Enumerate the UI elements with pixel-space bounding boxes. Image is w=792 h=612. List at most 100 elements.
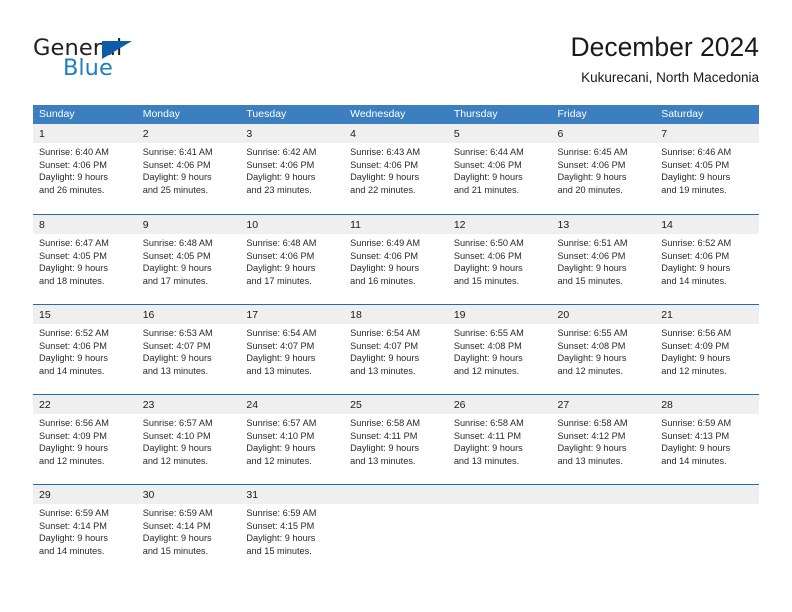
logo-text-blue: Blue <box>63 55 113 81</box>
daylight-text-line2: and 13 minutes. <box>350 365 416 376</box>
sunrise-text: Sunrise: 6:56 AM <box>39 418 109 428</box>
day-number-band: 8 <box>33 215 137 234</box>
calendar-day-cell[interactable]: 3 Sunrise: 6:42 AM Sunset: 4:06 PM Daylight… <box>240 124 345 214</box>
daylight-text-line1: Daylight: 9 hours <box>39 172 108 183</box>
sunset-text: Sunset: 4:09 PM <box>39 430 107 441</box>
daylight-text-line2: and 25 minutes. <box>142 184 209 195</box>
sunrise-text: Sunrise: 6:42 AM <box>246 147 317 157</box>
sunset-text: Sunset: 4:06 PM <box>453 250 522 261</box>
calendar-day-cell[interactable]: 1 Sunrise: 6:40 AM Sunset: 4:06 PM Daylight… <box>33 124 137 214</box>
sunset-text: Sunset: 4:06 PM <box>39 159 107 170</box>
sunrise-text: Sunrise: 6:56 AM <box>661 328 732 338</box>
sunset-text: Sunset: 4:07 PM <box>246 340 315 351</box>
sunrise-text: Sunrise: 6:57 AM <box>246 418 317 428</box>
day-number-band: 30 <box>136 485 241 504</box>
calendar-day-cell[interactable]: 25 Sunrise: 6:58 AM Sunset: 4:11 PM Dayligh… <box>344 395 448 484</box>
daylight-text-line2: and 21 minutes. <box>453 184 520 195</box>
calendar-weeks: 1 Sunrise: 6:40 AM Sunset: 4:06 PM Daylight… <box>33 124 759 574</box>
daylight-text-line2: and 15 minutes. <box>557 275 623 286</box>
day-number-band: 21 <box>655 305 759 324</box>
sunset-text: Sunset: 4:06 PM <box>557 159 626 170</box>
sunset-text: Sunset: 4:06 PM <box>350 159 419 170</box>
calendar-day-cell[interactable]: 7 Sunrise: 6:46 AM Sunset: 4:05 PM Daylight… <box>655 124 759 214</box>
day-number: 13 <box>557 219 570 231</box>
calendar-day-cell[interactable]: 26 Sunrise: 6:58 AM Sunset: 4:11 PM Dayligh… <box>447 395 552 484</box>
calendar-day-cell[interactable]: 16 Sunrise: 6:53 AM Sunset: 4:07 PM Dayligh… <box>136 305 241 394</box>
daylight-text-line1: Daylight: 9 hours <box>39 353 108 364</box>
calendar-day-cell[interactable]: 20 Sunrise: 6:55 AM Sunset: 4:08 PM Dayligh… <box>551 305 656 394</box>
day-number: 20 <box>557 309 570 321</box>
day-number-band: 23 <box>136 395 241 414</box>
calendar-day-cell[interactable]: 23 Sunrise: 6:57 AM Sunset: 4:10 PM Dayligh… <box>136 395 241 484</box>
calendar-day-cell[interactable]: 27 Sunrise: 6:58 AM Sunset: 4:12 PM Dayligh… <box>551 395 656 484</box>
daylight-text-line2: and 19 minutes. <box>661 184 727 195</box>
daylight-text-line1: Daylight: 9 hours <box>246 353 316 364</box>
day-number: 14 <box>661 219 673 231</box>
calendar-week-row: 22 Sunrise: 6:56 AM Sunset: 4:09 PM Dayligh… <box>33 394 759 484</box>
sunset-text: Sunset: 4:11 PM <box>453 430 522 441</box>
day-number: 12 <box>453 219 466 231</box>
day-details: Sunrise: 6:56 AM Sunset: 4:09 PM Daylight:… <box>655 324 759 377</box>
sunset-text: Sunset: 4:06 PM <box>350 250 419 261</box>
calendar-day-cell[interactable]: 2 Sunrise: 6:41 AM Sunset: 4:06 PM Daylight… <box>136 124 241 214</box>
sunset-text: Sunset: 4:06 PM <box>246 159 315 170</box>
sunset-text: Sunset: 4:14 PM <box>142 520 211 531</box>
calendar-day-cell[interactable]: 14 Sunrise: 6:52 AM Sunset: 4:06 PM Dayligh… <box>655 215 759 304</box>
general-blue-logo[interactable]: General Blue <box>33 35 233 85</box>
sunset-text: Sunset: 4:06 PM <box>661 250 730 261</box>
page-header: General Blue December 2024 Kukurecani, N… <box>0 0 792 100</box>
day-number-band: 13 <box>551 215 656 234</box>
sunset-text: Sunset: 4:08 PM <box>557 340 626 351</box>
calendar-day-cell[interactable]: 17 Sunrise: 6:54 AM Sunset: 4:07 PM Dayligh… <box>240 305 345 394</box>
day-number: 18 <box>350 309 362 321</box>
calendar-grid: Sunday Monday Tuesday Wednesday Thursday… <box>33 105 759 574</box>
daylight-text-line1: Daylight: 9 hours <box>142 443 212 454</box>
calendar-day-cell-empty <box>344 485 448 574</box>
calendar-day-cell[interactable]: 29 Sunrise: 6:59 AM Sunset: 4:14 PM Dayligh… <box>33 485 137 574</box>
daylight-text-line1: Daylight: 9 hours <box>453 353 523 364</box>
calendar-day-cell[interactable]: 5 Sunrise: 6:44 AM Sunset: 4:06 PM Daylight… <box>447 124 552 214</box>
daylight-text-line1: Daylight: 9 hours <box>557 172 627 183</box>
calendar-day-cell[interactable]: 11 Sunrise: 6:49 AM Sunset: 4:06 PM Dayligh… <box>344 215 448 304</box>
calendar-day-cell[interactable]: 4 Sunrise: 6:43 AM Sunset: 4:06 PM Daylight… <box>344 124 448 214</box>
daylight-text-line2: and 22 minutes. <box>350 184 416 195</box>
calendar-day-cell[interactable]: 22 Sunrise: 6:56 AM Sunset: 4:09 PM Dayligh… <box>33 395 137 484</box>
calendar-week-row: 15 Sunrise: 6:52 AM Sunset: 4:06 PM Dayligh… <box>33 304 759 394</box>
daylight-text-line2: and 26 minutes. <box>39 184 105 195</box>
calendar-day-cell[interactable]: 28 Sunrise: 6:59 AM Sunset: 4:13 PM Dayligh… <box>655 395 759 484</box>
day-details: Sunrise: 6:52 AM Sunset: 4:06 PM Daylight:… <box>33 324 137 377</box>
calendar-day-cell[interactable]: 9 Sunrise: 6:48 AM Sunset: 4:05 PM Daylight… <box>136 215 241 304</box>
calendar-day-cell[interactable]: 10 Sunrise: 6:48 AM Sunset: 4:06 PM Dayligh… <box>240 215 345 304</box>
calendar-day-cell[interactable]: 24 Sunrise: 6:57 AM Sunset: 4:10 PM Dayligh… <box>240 395 345 484</box>
calendar-day-cell[interactable]: 8 Sunrise: 6:47 AM Sunset: 4:05 PM Daylight… <box>33 215 137 304</box>
daylight-text-line2: and 15 minutes. <box>246 545 312 556</box>
weekday-header-monday: Monday <box>142 108 181 120</box>
day-details: Sunrise: 6:55 AM Sunset: 4:08 PM Daylight:… <box>448 324 552 377</box>
calendar-day-cell-empty <box>447 485 552 574</box>
calendar-day-cell[interactable]: 18 Sunrise: 6:54 AM Sunset: 4:07 PM Dayligh… <box>344 305 448 394</box>
day-details: Sunrise: 6:45 AM Sunset: 4:06 PM Daylight:… <box>552 143 656 196</box>
day-details: Sunrise: 6:55 AM Sunset: 4:08 PM Daylight:… <box>552 324 656 377</box>
day-details: Sunrise: 6:51 AM Sunset: 4:06 PM Daylight:… <box>552 234 656 287</box>
daylight-text-line1: Daylight: 9 hours <box>557 443 627 454</box>
sunrise-text: Sunrise: 6:59 AM <box>661 418 732 428</box>
calendar-day-cell[interactable]: 19 Sunrise: 6:55 AM Sunset: 4:08 PM Dayligh… <box>447 305 552 394</box>
daylight-text-line2: and 18 minutes. <box>39 275 105 286</box>
calendar-day-cell[interactable]: 6 Sunrise: 6:45 AM Sunset: 4:06 PM Daylight… <box>551 124 656 214</box>
calendar-day-cell[interactable]: 30 Sunrise: 6:59 AM Sunset: 4:14 PM Dayligh… <box>136 485 241 574</box>
day-number-band: 19 <box>447 305 552 324</box>
calendar-day-cell[interactable]: 13 Sunrise: 6:51 AM Sunset: 4:06 PM Dayligh… <box>551 215 656 304</box>
daylight-text-line2: and 20 minutes. <box>557 184 623 195</box>
day-details: Sunrise: 6:54 AM Sunset: 4:07 PM Daylight:… <box>344 324 448 377</box>
day-number-band: 29 <box>33 485 137 504</box>
daylight-text-line2: and 13 minutes. <box>350 455 416 466</box>
calendar-day-cell[interactable]: 21 Sunrise: 6:56 AM Sunset: 4:09 PM Dayligh… <box>655 305 759 394</box>
calendar-day-cell[interactable]: 15 Sunrise: 6:52 AM Sunset: 4:06 PM Dayligh… <box>33 305 137 394</box>
calendar-day-cell[interactable]: 12 Sunrise: 6:50 AM Sunset: 4:06 PM Dayligh… <box>447 215 552 304</box>
day-details: Sunrise: 6:56 AM Sunset: 4:09 PM Daylight:… <box>33 414 137 467</box>
sunrise-text: Sunrise: 6:49 AM <box>350 238 421 248</box>
day-number: 6 <box>557 128 564 140</box>
calendar-day-cell[interactable]: 31 Sunrise: 6:59 AM Sunset: 4:15 PM Dayligh… <box>240 485 345 574</box>
sunset-text: Sunset: 4:13 PM <box>661 430 730 441</box>
day-number: 11 <box>350 219 362 231</box>
